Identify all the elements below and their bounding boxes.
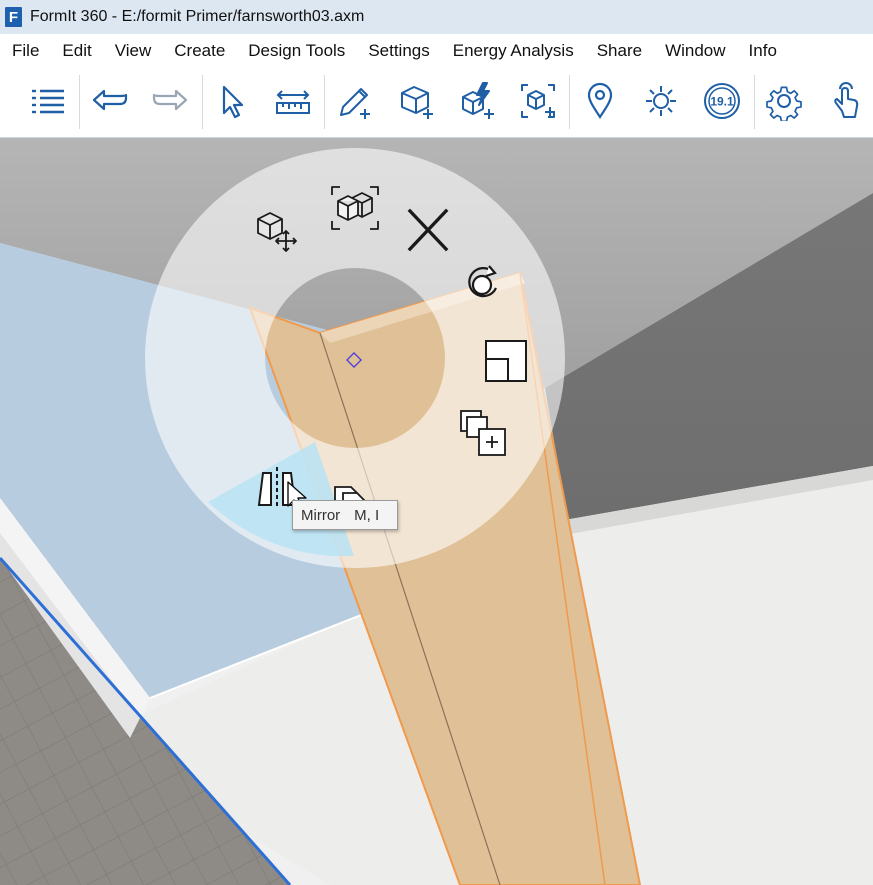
toolbar-divider [324,75,325,129]
window-title: FormIt 360 - E:/formit Primer/farnsworth… [30,8,365,25]
version-badge-icon[interactable]: 19.1 [698,77,746,125]
tooltip-label: Mirror [301,506,341,524]
measure-icon[interactable] [269,77,317,125]
touch-icon[interactable] [822,77,870,125]
menu-view[interactable]: View [105,41,162,61]
solid-cube-icon[interactable] [392,77,440,125]
menu-info[interactable]: Info [739,41,787,61]
menu-energy-analysis[interactable]: Energy Analysis [443,41,584,61]
formit-logo-icon: F [5,7,22,27]
copy-icon[interactable] [452,404,510,460]
undo-icon[interactable] [86,77,134,125]
toolbar-divider [79,75,80,129]
move-icon[interactable] [248,204,306,256]
title-bar: F FormIt 360 - E:/formit Primer/farnswor… [0,0,873,34]
menu-file[interactable]: File [2,41,49,61]
tooltip-shortcut: M, I [354,506,380,524]
menu-window[interactable]: Window [655,41,735,61]
redo-icon[interactable] [146,77,194,125]
scale-icon[interactable] [476,334,532,386]
sketch-icon[interactable] [331,77,379,125]
canvas-viewport[interactable] [0,138,873,885]
dynamo-icon[interactable] [453,77,501,125]
main-toolbar: 19.1 [0,67,873,138]
toolbar-divider [754,75,755,129]
toolbar-divider [569,75,570,129]
tooltip: Mirror M, I [292,500,398,530]
settings-icon[interactable] [760,77,808,125]
menu-create[interactable]: Create [164,41,235,61]
menu-edit[interactable]: Edit [52,41,101,61]
select-icon[interactable] [208,77,256,125]
sun-icon[interactable] [637,77,685,125]
rotate-icon[interactable] [454,260,510,310]
menu-settings[interactable]: Settings [358,41,439,61]
toolbar-divider [202,75,203,129]
location-icon[interactable] [576,77,624,125]
menu-share[interactable]: Share [587,41,652,61]
group-icon[interactable] [326,182,384,234]
group-icon[interactable] [514,77,562,125]
menu-bar: File Edit View Create Design Tools Setti… [0,34,873,67]
list-icon[interactable] [24,77,72,125]
delete-icon[interactable] [400,204,456,256]
menu-design-tools[interactable]: Design Tools [238,41,355,61]
version-badge-text: 19.1 [710,95,734,109]
